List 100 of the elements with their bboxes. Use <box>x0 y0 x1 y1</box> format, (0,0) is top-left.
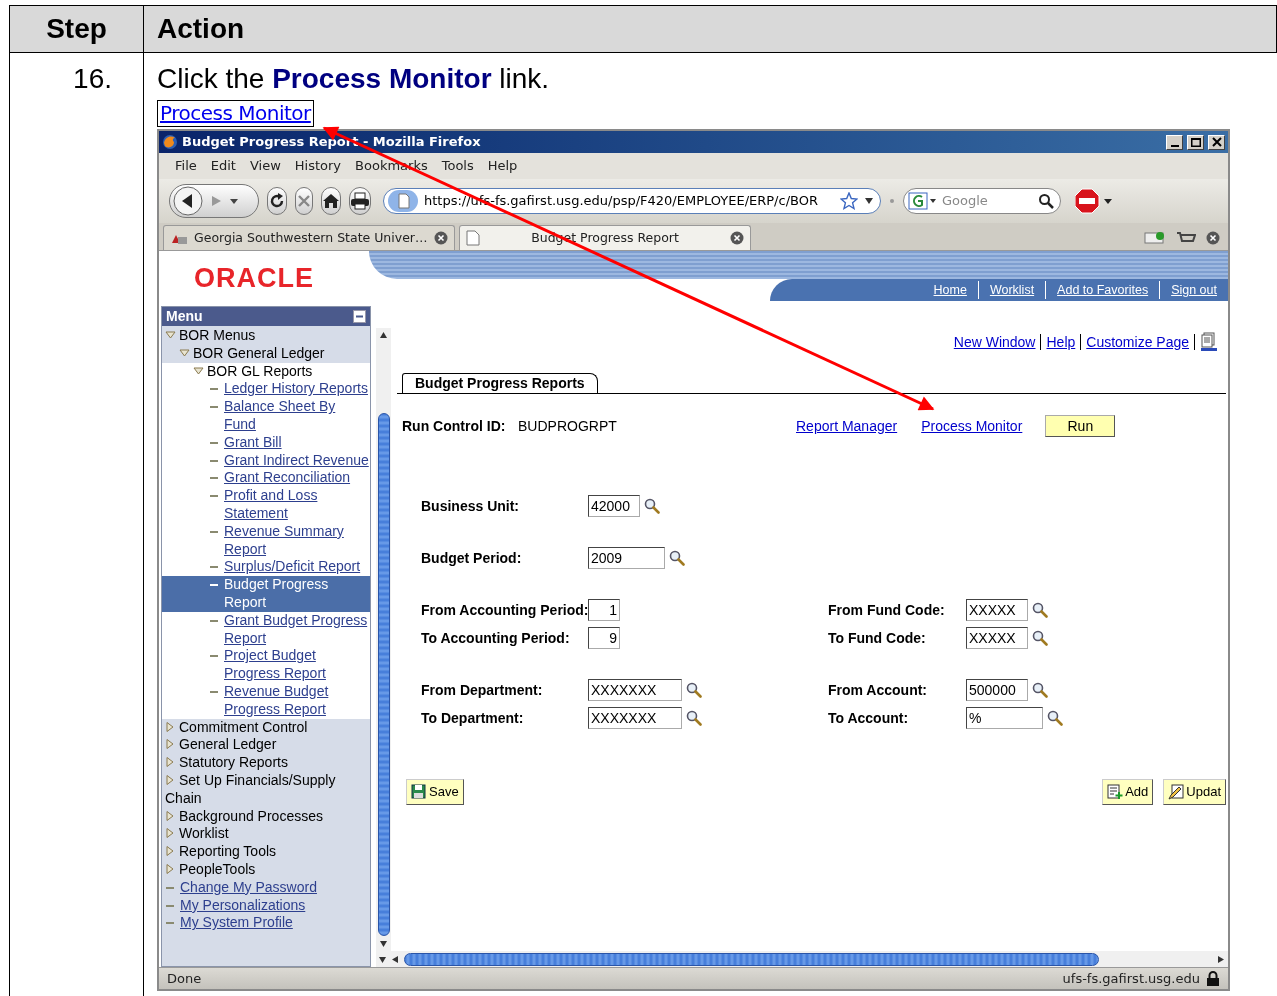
action-button[interactable]: Save <box>406 779 464 805</box>
menu-link[interactable]: Surplus/Deficit Report <box>162 558 370 577</box>
field-label: Business Unit: <box>421 496 520 516</box>
collapsed-triangle-icon[interactable] <box>165 809 176 822</box>
right-arrow-icon[interactable] <box>1216 954 1225 964</box>
page-tab[interactable]: Budget Progress Reports <box>402 373 598 393</box>
new-tab-icon[interactable] <box>1144 229 1166 246</box>
menubar-item[interactable]: Help <box>481 156 524 176</box>
stop-button[interactable] <box>295 187 313 215</box>
menubar-item[interactable]: Tools <box>435 156 480 176</box>
search-icon[interactable] <box>686 682 702 698</box>
input-field[interactable]: XXXXXXX <box>588 679 682 701</box>
input-field[interactable]: 500000 <box>966 679 1028 701</box>
up-arrow-icon[interactable] <box>379 331 388 340</box>
print-button[interactable] <box>349 187 371 215</box>
menu-link[interactable]: Budget Progress Report <box>162 576 370 612</box>
search-icon[interactable] <box>686 710 702 726</box>
action-link[interactable]: Process Monitor <box>921 415 1023 437</box>
expanded-triangle-icon[interactable] <box>193 364 204 377</box>
star-icon[interactable] <box>840 192 858 210</box>
close-icon[interactable] <box>1206 230 1220 245</box>
search-icon[interactable] <box>1038 193 1054 209</box>
action-button[interactable]: Updat <box>1163 779 1226 805</box>
input-field[interactable]: 1 <box>588 599 620 621</box>
input-field[interactable]: XXXXXXX <box>588 707 682 729</box>
menu-link[interactable]: Profit and Loss Statement <box>162 487 370 523</box>
menu-link[interactable]: Revenue Summary Report <box>162 522 370 559</box>
nav-link[interactable]: Home <box>922 280 978 300</box>
collapsed-triangle-icon[interactable] <box>165 738 176 751</box>
menubar-item[interactable]: View <box>243 156 287 176</box>
search-field[interactable]: Google <box>903 188 1061 214</box>
http-document-icon[interactable] <box>1200 332 1218 352</box>
input-field[interactable]: XXXXX <box>966 627 1028 649</box>
search-icon[interactable] <box>1032 602 1048 618</box>
dash-icon <box>210 530 218 533</box>
page-link[interactable]: New Window <box>953 331 1036 353</box>
back-forward-buttons[interactable] <box>169 184 259 218</box>
maximize-button[interactable] <box>1187 134 1204 150</box>
input-field[interactable]: % <box>966 707 1043 729</box>
input-field[interactable]: 2009 <box>588 547 665 569</box>
close-button[interactable] <box>1208 134 1225 150</box>
column-header: Step <box>46 12 107 46</box>
menu-link[interactable]: Ledger History Reports <box>162 380 370 399</box>
search-icon[interactable] <box>1032 682 1048 698</box>
search-engine-icon[interactable] <box>908 191 938 211</box>
input-field[interactable]: 9 <box>588 627 620 649</box>
collapsed-triangle-icon[interactable] <box>165 845 176 858</box>
collapsed-triangle-icon[interactable] <box>165 827 176 840</box>
back-icon[interactable] <box>173 186 203 216</box>
vertical-scrollbar[interactable] <box>376 328 391 951</box>
dash-icon <box>210 441 218 444</box>
page-link[interactable]: Customize Page <box>1086 331 1189 353</box>
expanded-triangle-icon[interactable] <box>165 329 176 341</box>
menubar-item[interactable]: File <box>169 156 203 176</box>
run-button[interactable]: Run <box>1045 415 1116 437</box>
link[interactable]: Process Monitor <box>157 100 314 127</box>
action-link[interactable]: Report Manager <box>796 415 898 437</box>
field-label: To Fund Code: <box>828 628 927 648</box>
collapsed-triangle-icon[interactable] <box>165 720 176 733</box>
collapsed-triangle-icon[interactable] <box>165 862 176 875</box>
stop-sign-icon[interactable] <box>1075 188 1113 214</box>
input-field[interactable]: 42000 <box>588 495 640 517</box>
close-icon[interactable] <box>434 231 448 245</box>
menubar-item[interactable]: History <box>288 156 348 176</box>
menu-link[interactable]: Revenue Budget Progress Report <box>162 682 370 719</box>
scrollbar-thumb[interactable] <box>404 952 1099 966</box>
action-button[interactable]: Add <box>1102 779 1154 805</box>
dropdown-icon[interactable] <box>229 196 239 206</box>
minimize-button[interactable] <box>1166 134 1183 150</box>
search-icon[interactable] <box>1032 630 1048 646</box>
dropdown-icon[interactable] <box>864 196 874 206</box>
dash-icon <box>210 655 218 658</box>
input-field[interactable]: XXXXX <box>966 599 1028 621</box>
menu-link[interactable]: Grant Reconciliation <box>162 469 370 488</box>
search-icon[interactable] <box>644 498 660 514</box>
search-icon[interactable] <box>669 550 685 566</box>
nav-link[interactable]: Worklist <box>977 280 1046 300</box>
page-link[interactable]: Help <box>1046 331 1076 353</box>
left-arrow-icon[interactable] <box>391 954 400 964</box>
collapsed-triangle-icon[interactable] <box>165 756 176 769</box>
horizontal-scrollbar[interactable] <box>376 951 1228 967</box>
collapsed-triangle-icon[interactable] <box>165 773 176 786</box>
menu-link[interactable]: Grant Budget Progress Report <box>162 611 370 648</box>
menu-link[interactable]: Balance Sheet By Fund <box>162 398 370 434</box>
collapse-icon[interactable] <box>353 310 366 323</box>
menubar-item[interactable]: Edit <box>204 156 242 176</box>
close-icon[interactable] <box>730 231 744 245</box>
search-icon[interactable] <box>1047 710 1063 726</box>
cart-icon[interactable] <box>1176 230 1196 245</box>
reload-button[interactable] <box>267 187 287 215</box>
field-label: To Account: <box>828 708 910 728</box>
expanded-triangle-icon[interactable] <box>179 346 190 359</box>
browser-tab[interactable]: Georgia Southwestern State Univer… <box>163 225 455 250</box>
separator-dot-icon <box>889 198 895 204</box>
home-button[interactable] <box>321 187 341 215</box>
menu-link[interactable]: Project Budget Progress Report <box>162 647 370 683</box>
nav-link[interactable]: Sign out <box>1159 280 1228 300</box>
stop-icon <box>296 193 312 209</box>
nav-link[interactable]: Add to Favorites <box>1045 280 1160 300</box>
scrollbar-thumb[interactable] <box>377 413 390 936</box>
